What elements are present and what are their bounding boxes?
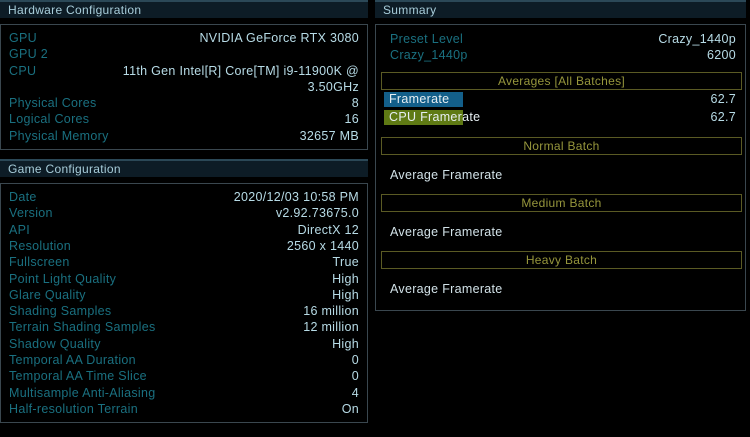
row-value: High xyxy=(332,336,359,352)
config-row: Fullscreen True xyxy=(1,254,367,270)
row-value: Crazy_1440p xyxy=(658,31,736,47)
row-value: v2.92.73675.0 xyxy=(276,205,359,221)
row-value: 16 million xyxy=(303,303,359,319)
row-value: 8 xyxy=(352,95,359,111)
config-row: Glare Quality High xyxy=(1,287,367,303)
config-row: CPU 11th Gen Intel[R] Core[TM] i9-11900K… xyxy=(1,63,367,96)
row-label: Average Framerate xyxy=(390,281,503,297)
row-value: DirectX 12 xyxy=(298,222,359,238)
row-value: 12 million xyxy=(303,319,359,335)
section-title: Game Configuration xyxy=(8,162,121,176)
row-label: CPU xyxy=(9,63,36,79)
config-row: GPU 2 xyxy=(1,46,367,62)
row-value: 32657 MB xyxy=(300,128,359,144)
summary-header: Summary xyxy=(375,0,746,18)
config-row: Logical Cores 16 xyxy=(1,111,367,127)
cpu-framerate-value: 62.7 xyxy=(710,110,736,124)
cpu-framerate-highlight: CPU Framerate xyxy=(384,110,463,125)
cpu-framerate-row: CPU Framerate 62.7 xyxy=(376,109,745,126)
config-row: Physical Cores 8 xyxy=(1,95,367,111)
medium-batch-header: Medium Batch xyxy=(381,194,742,212)
row-label: Terrain Shading Samples xyxy=(9,319,156,335)
config-row: Physical Memory 32657 MB xyxy=(1,128,367,144)
row-value: NVIDIA GeForce RTX 3080 xyxy=(199,30,359,46)
row-value: High xyxy=(332,287,359,303)
section-title: Summary xyxy=(383,3,436,17)
row-label: Physical Cores xyxy=(9,95,97,111)
averages-all-batches-header: Averages [All Batches] xyxy=(381,72,742,90)
game-configuration-panel: Date 2020/12/03 10:58 PM Version v2.92.7… xyxy=(0,183,368,423)
config-row: Half-resolution Terrain On xyxy=(1,401,367,417)
normal-batch-header: Normal Batch xyxy=(381,137,742,155)
row-label: Temporal AA Time Slice xyxy=(9,368,147,384)
row-label: Average Framerate xyxy=(390,224,503,240)
config-row: Temporal AA Time Slice 0 xyxy=(1,368,367,384)
row-label: Crazy_1440p xyxy=(390,47,468,63)
row-value: 6200 xyxy=(707,47,736,63)
normal-batch-average-row: Average Framerate xyxy=(376,167,745,183)
config-row: Version v2.92.73675.0 xyxy=(1,205,367,221)
framerate-highlight: Framerate xyxy=(384,92,463,107)
row-label: Date xyxy=(9,189,37,205)
config-row: Multisample Anti-Aliasing 4 xyxy=(1,385,367,401)
row-value: 0 xyxy=(352,352,359,368)
config-row: Resolution 2560 x 1440 xyxy=(1,238,367,254)
row-value: On xyxy=(342,401,359,417)
row-value: 16 xyxy=(344,111,359,127)
heavy-batch-header: Heavy Batch xyxy=(381,251,742,269)
row-label: API xyxy=(9,222,30,238)
row-label: GPU 2 xyxy=(9,46,48,62)
config-row: Point Light Quality High xyxy=(1,271,367,287)
row-label: Temporal AA Duration xyxy=(9,352,136,368)
left-column: Hardware Configuration GPU NVIDIA GeForc… xyxy=(0,0,368,437)
row-label: Logical Cores xyxy=(9,111,89,127)
game-configuration-header: Game Configuration xyxy=(0,159,368,177)
row-label: Average Framerate xyxy=(390,167,503,183)
heavy-batch-average-row: Average Framerate xyxy=(376,281,745,297)
row-value: 11th Gen Intel[R] Core[TM] i9-11900K @ 3… xyxy=(97,63,359,96)
config-row: Shadow Quality High xyxy=(1,336,367,352)
config-row: API DirectX 12 xyxy=(1,222,367,238)
row-value: High xyxy=(332,271,359,287)
row-label: Preset Level xyxy=(390,31,463,47)
benchmark-results-screen: Hardware Configuration GPU NVIDIA GeForc… xyxy=(0,0,750,437)
section-title: Hardware Configuration xyxy=(8,3,141,17)
right-column: Summary Preset Level Crazy_1440p Crazy_1… xyxy=(375,0,746,437)
config-row: Terrain Shading Samples 12 million xyxy=(1,319,367,335)
row-label: Half-resolution Terrain xyxy=(9,401,138,417)
row-label: Multisample Anti-Aliasing xyxy=(9,385,155,401)
row-label: Physical Memory xyxy=(9,128,109,144)
config-row: Date 2020/12/03 10:58 PM xyxy=(1,189,367,205)
row-label: Version xyxy=(9,205,53,221)
row-value: 2020/12/03 10:58 PM xyxy=(234,189,359,205)
summary-row: Preset Level Crazy_1440p xyxy=(376,31,745,47)
row-value: 0 xyxy=(352,368,359,384)
medium-batch-average-row: Average Framerate xyxy=(376,224,745,240)
row-label: Point Light Quality xyxy=(9,271,116,287)
row-label: GPU xyxy=(9,30,37,46)
config-row: GPU NVIDIA GeForce RTX 3080 xyxy=(1,30,367,46)
row-value: 4 xyxy=(352,385,359,401)
summary-row: Crazy_1440p 6200 xyxy=(376,47,745,63)
row-label: Resolution xyxy=(9,238,71,254)
row-value: 2560 x 1440 xyxy=(287,238,359,254)
framerate-row: Framerate 62.7 xyxy=(376,91,745,108)
row-label: Shading Samples xyxy=(9,303,111,319)
summary-panel: Preset Level Crazy_1440p Crazy_1440p 620… xyxy=(375,24,746,311)
hardware-configuration-header: Hardware Configuration xyxy=(0,0,368,18)
hardware-configuration-panel: GPU NVIDIA GeForce RTX 3080 GPU 2 CPU 11… xyxy=(0,24,368,150)
config-row: Temporal AA Duration 0 xyxy=(1,352,367,368)
framerate-value: 62.7 xyxy=(710,92,736,106)
row-label: Shadow Quality xyxy=(9,336,101,352)
row-label: Fullscreen xyxy=(9,254,70,270)
row-value: True xyxy=(333,254,359,270)
row-label: Glare Quality xyxy=(9,287,86,303)
config-row: Shading Samples 16 million xyxy=(1,303,367,319)
